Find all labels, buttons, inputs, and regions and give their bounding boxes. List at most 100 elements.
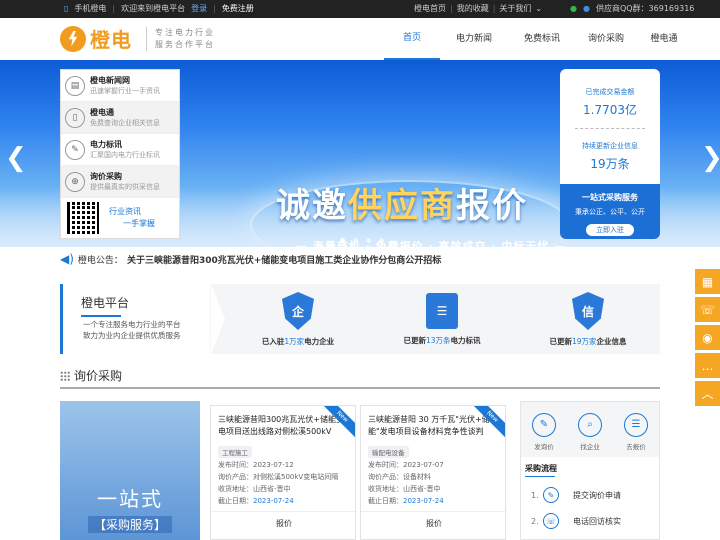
procurement-process-panel: ✎ 发询价 ⌕ 找企业 ☰ 去报价 采购流程 1. ✎ 提交询价申请 2. ☏ 电话回… (520, 401, 660, 540)
phone-icon: ▯ (65, 107, 85, 128)
category-tag: 工程施工 (218, 446, 252, 458)
feature-bids[interactable]: ☰ 已更新13万条电力标讯 (382, 292, 502, 346)
category-tag: 输配电设备 (368, 446, 409, 458)
feature-company-info[interactable]: 信 已更新19万家企业信息 (528, 292, 648, 347)
publish-date: 2023-07-12 (253, 461, 294, 469)
phone-icon[interactable]: ☏ (695, 297, 720, 322)
join-now-button[interactable]: 立即入驻 (586, 224, 634, 236)
quick-link-title: 电力标讯 (90, 140, 122, 149)
qr-code-icon[interactable]: ▦ (695, 269, 720, 294)
mobile-icon: ▯ (64, 4, 69, 13)
top-bar: ▯ 手机橙电 | 欢迎来到橙电平台 登录 | 免费注册 橙电首页 | 我的收藏 … (0, 0, 720, 18)
stat-value: 1.7703亿 (583, 103, 637, 117)
register-link[interactable]: 免费注册 (222, 0, 254, 18)
carousel-next-icon[interactable]: ❯ (701, 143, 720, 173)
quick-link-desc: 免费查询企业相关信息 (90, 119, 160, 127)
grid-icon (60, 371, 70, 381)
quote-button[interactable]: 报价 (361, 511, 507, 529)
platform-intro: 橙电平台 一个专注服务电力行业的平台 致力为业内企业提供优质服务 (60, 284, 225, 354)
quick-link-chengdiantong[interactable]: ▯ 橙电通免费查询企业相关信息 (61, 102, 179, 134)
go-quote-button[interactable]: ☰ 去报价 (624, 412, 648, 451)
qr-block: 行业资讯一手掌握 (61, 198, 179, 238)
quick-link-title: 橙电通 (90, 108, 114, 117)
nav-news[interactable]: 电力新闻 (440, 18, 508, 60)
quick-link-procurement[interactable]: ⊕ 询价采购提供最真实的供采信息 (61, 166, 179, 198)
carousel-prev-icon[interactable]: ❮ (5, 143, 27, 173)
login-link[interactable]: 登录 (191, 0, 207, 18)
carousel-dot[interactable] (366, 238, 371, 243)
find-company-icon: ⌕ (578, 412, 602, 437)
announcement-label: 橙电公告： (77, 255, 123, 266)
delivery-address: 山西省-晋中 (253, 485, 291, 493)
nav-home[interactable]: 首页 (384, 18, 440, 60)
qr-caption-2: 一手掌握 (123, 219, 155, 228)
quick-link-title: 橙电新闻网 (90, 76, 130, 85)
credit-icon: 信 (572, 292, 604, 330)
stats-footer-title: 一站式采购服务 (582, 193, 638, 202)
quote-button[interactable]: 报价 (211, 511, 357, 529)
platform-section: 橙电平台 一个专注服务电力行业的平台 致力为业内企业提供优质服务 企 已入驻1万… (60, 284, 660, 354)
cart-icon: ⊕ (65, 171, 85, 192)
floating-toolbar: ▦ ☏ ◉ … ︿ (695, 269, 720, 409)
bid-doc-icon: ☰ (426, 293, 458, 329)
procurement-promo[interactable]: 一站式 【采购服务】 (60, 401, 200, 540)
banner-title: 诚邀供应商报价 (276, 186, 528, 226)
wechat-icon[interactable]: ● (570, 0, 577, 18)
carousel-dot[interactable] (379, 238, 384, 243)
quick-link-title: 询价采购 (90, 172, 122, 181)
quick-links-panel: ▤ 橙电新闻网 迅速掌握行业一手资讯 ▯ 橙电通 免费查询企业相关信息 ✎ 电力标讯… (60, 69, 180, 239)
qq-icon[interactable]: ● (583, 0, 590, 18)
divider: | (492, 4, 496, 13)
chat-icon[interactable]: … (695, 353, 720, 378)
quick-link-desc: 提供最真实的供采信息 (90, 183, 160, 191)
send-inquiry-button[interactable]: ✎ 发询价 (532, 412, 556, 451)
slogan-line-2: 服务合作平台 (155, 39, 215, 49)
mobile-link[interactable]: 手机橙电 (74, 0, 106, 18)
nav-procurement[interactable]: 询价采购 (576, 18, 636, 60)
qr-caption-1: 行业资讯 (109, 207, 141, 216)
inquiry-card[interactable]: New 三峡能源昔阳 30 万千瓦"光伏+储能"发电项目设备材料竞争性谈判 输配… (360, 405, 507, 540)
back-to-top-icon[interactable]: ︿ (695, 381, 720, 406)
new-badge: New (469, 406, 505, 442)
nav-bids[interactable]: 免费标讯 (508, 18, 576, 60)
delivery-address: 山西省-晋中 (403, 485, 441, 493)
qq-icon[interactable]: ◉ (695, 325, 720, 350)
process-title: 采购流程 (521, 457, 659, 477)
quick-link-news[interactable]: ▤ 橙电新闻网 迅速掌握行业一手资讯 (61, 70, 179, 102)
divider: | (450, 4, 453, 13)
logo[interactable]: 橙电 专注电力行业 服务合作平台 (60, 24, 215, 53)
announcement-link[interactable]: 关于三峡能源昔阳300兆瓦光伏+储能变电项目施工类企业协作分包商公开招标 (127, 253, 441, 266)
divider: | (112, 4, 116, 13)
process-step: 1. ✎ 提交询价申请 (521, 487, 659, 503)
quick-link-bids[interactable]: ✎ 电力标讯 汇聚国内电力行业标讯 (61, 134, 179, 166)
chevron-down-icon: ⌄ (535, 4, 543, 13)
promo-line-2: 【采购服务】 (87, 516, 172, 533)
find-company-button[interactable]: ⌕ 找企业 (578, 412, 602, 451)
feature-enterprises[interactable]: 企 已入驻1万家电力企业 (238, 292, 358, 347)
nav-chengdiantong[interactable]: 橙电通 (636, 18, 692, 60)
slogan: 专注电力行业 服务合作平台 (146, 26, 215, 51)
inquiry-card[interactable]: New 三峡能源昔阳300兆瓦光伏+储能变电项目送出线路对侧松溪500kV 工程… (210, 405, 357, 540)
section-header: 询价采购 (60, 365, 660, 389)
phone-call-icon: ☏ (543, 513, 559, 529)
carousel-dot[interactable] (340, 238, 345, 243)
stat-label: 持续更新企业信息 (582, 142, 638, 150)
platform-desc: 一个专注服务电力行业的平台 (83, 320, 181, 329)
carousel-dots (340, 238, 384, 243)
favorites-link[interactable]: 我的收藏 (457, 0, 489, 18)
stats-footer: 一站式采购服务 秉承公正、公平、公开 立即入驻 (560, 184, 660, 239)
home-link[interactable]: 橙电首页 (414, 0, 446, 18)
edit-icon: ✎ (543, 487, 559, 503)
section-title: 询价采购 (74, 369, 123, 383)
stats-panel: 已完成交易金额 1.7703亿 持续更新企业信息 19万条 一站式采购服务 秉承… (560, 69, 660, 239)
logo-lightning-icon (60, 25, 86, 52)
quick-link-desc: 迅速掌握行业一手资讯 (90, 87, 160, 95)
logo-text: 橙电 (90, 28, 132, 52)
stats-footer-desc: 秉承公正、公平、公开 (575, 208, 645, 216)
process-step: 2. ☏ 电话回访核实 (521, 513, 659, 529)
inquiry-product: 对侧松溪500kV变电站间隔 (253, 473, 339, 481)
inquiry-icon: ✎ (532, 412, 556, 437)
about-link[interactable]: 关于我们 (499, 0, 531, 18)
carousel-dot[interactable] (353, 238, 358, 243)
divider: | (213, 4, 216, 13)
